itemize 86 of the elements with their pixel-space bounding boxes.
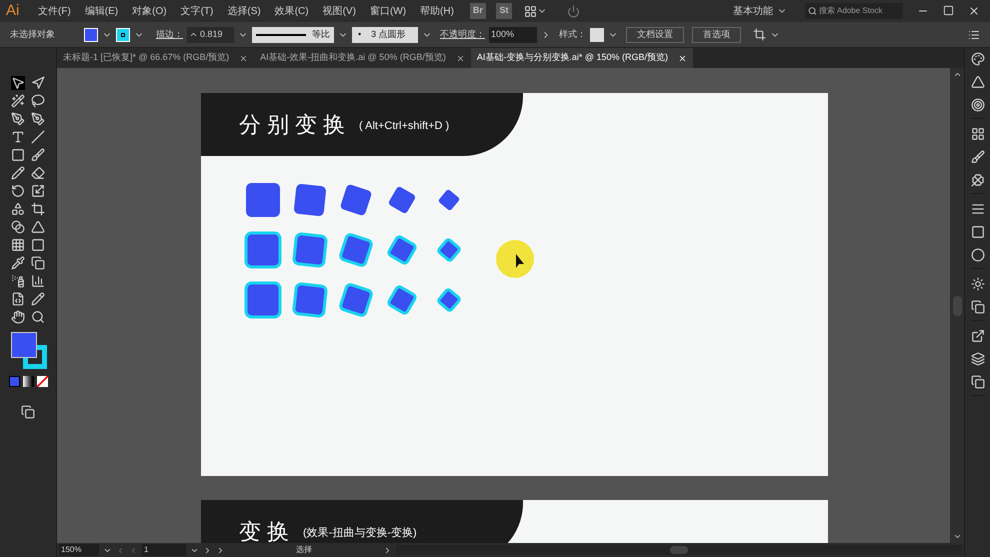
export-icon[interactable] xyxy=(970,329,984,343)
rotate-icon[interactable] xyxy=(11,184,25,198)
eraser-icon[interactable] xyxy=(31,166,45,180)
scroll-thumb[interactable] xyxy=(670,546,688,554)
opacity-field[interactable]: 100% xyxy=(489,26,537,42)
next-artboard-icon[interactable] xyxy=(203,546,212,554)
scale-icon[interactable] xyxy=(31,184,45,198)
pen-icon[interactable] xyxy=(11,112,25,126)
app-logo: Ai xyxy=(5,0,20,21)
stroke-weight-field[interactable]: 0.819 xyxy=(187,26,234,42)
menu-item[interactable]: 窗口(W) xyxy=(364,4,412,18)
current-tool-label: 选择 xyxy=(295,544,313,556)
brush-icon[interactable] xyxy=(31,148,45,162)
document-tab[interactable]: AI基础-效果-扭曲和变换.ai @ 50% (RGB/预览) xyxy=(254,48,471,68)
workspace-switcher[interactable]: 基本功能 xyxy=(733,4,773,18)
menu-item[interactable]: 文字(T) xyxy=(174,4,220,18)
style-swatch[interactable] xyxy=(590,28,604,42)
swatches-icon[interactable] xyxy=(970,127,984,141)
scroll-down-icon[interactable] xyxy=(952,532,962,541)
selection-label: 未选择对象 xyxy=(10,28,56,41)
close-icon[interactable] xyxy=(239,54,248,62)
artboard-field[interactable]: 1 xyxy=(142,544,186,556)
color-mode-swatch[interactable] xyxy=(8,376,20,387)
direct-selection-icon[interactable] xyxy=(31,76,45,90)
layers-icon[interactable] xyxy=(970,352,984,366)
menu-item[interactable]: 编辑(E) xyxy=(78,4,124,18)
curvature-pen-icon[interactable] xyxy=(31,112,45,126)
appearance-icon[interactable] xyxy=(970,277,984,291)
menu-item[interactable]: 效果(C) xyxy=(268,4,315,18)
zoom-icon[interactable] xyxy=(31,310,45,324)
stroke-swatch[interactable] xyxy=(116,28,130,42)
gradient-mode-swatch[interactable] xyxy=(22,376,34,387)
search-icon xyxy=(808,6,817,16)
document-tab[interactable]: 未标题-1 [已恢复]* @ 66.67% (RGB/预览) xyxy=(57,48,254,68)
none-mode-icon[interactable] xyxy=(36,376,48,387)
artboard-title: 分别变换 xyxy=(239,111,351,139)
spinner-icon[interactable] xyxy=(189,30,198,39)
pencil-icon[interactable] xyxy=(11,166,25,180)
zoom-field[interactable]: 150% xyxy=(59,544,99,556)
menu-item[interactable]: 文件(F) xyxy=(32,4,77,18)
artboard-subtitle: (效果-扭曲与变换-变换) xyxy=(303,526,417,542)
opacity-label: 不透明度： xyxy=(440,28,485,41)
stroke-profile-dropdown[interactable]: 等比 xyxy=(252,26,334,42)
club-icon[interactable] xyxy=(970,173,984,187)
search-field[interactable]: 搜索 Adobe Stock xyxy=(805,3,903,19)
document-tab[interactable]: AI基础-变换与分别变换.ai* @ 150% (RGB/预览) xyxy=(470,48,693,68)
style-label: 样式： xyxy=(559,28,586,41)
graph-icon[interactable] xyxy=(31,274,45,288)
stroke-label: 描边： xyxy=(156,28,183,41)
selection-icon[interactable] xyxy=(11,76,25,90)
cursor-highlight-drawing xyxy=(496,240,534,278)
status-menu-icon[interactable] xyxy=(383,546,392,554)
menu-item[interactable]: 视图(V) xyxy=(316,4,362,18)
fill-swatch[interactable] xyxy=(84,28,98,42)
line-icon[interactable] xyxy=(31,130,45,144)
close-icon[interactable] xyxy=(678,54,687,62)
symbol-sprayer-icon[interactable] xyxy=(11,274,25,288)
menu-item[interactable]: 选择(S) xyxy=(221,4,267,18)
last-artboard-icon[interactable] xyxy=(216,546,225,554)
rectangle-icon[interactable] xyxy=(11,148,25,162)
app-badge[interactable]: Br xyxy=(470,3,486,19)
brush-dropdown[interactable]: • 3 点圆形 xyxy=(352,26,418,42)
eyedropper-icon[interactable] xyxy=(11,256,25,270)
target-icon[interactable] xyxy=(970,98,984,112)
brush-icon[interactable] xyxy=(970,150,984,164)
type-icon[interactable] xyxy=(11,130,25,144)
artboard-title: 变换 xyxy=(239,518,295,543)
palette-icon[interactable] xyxy=(970,52,984,66)
magic-wand-icon[interactable] xyxy=(11,94,25,108)
menu-item[interactable]: 帮助(H) xyxy=(414,4,460,18)
sync-icon[interactable] xyxy=(566,4,580,18)
shape-builder-icon[interactable] xyxy=(11,220,25,234)
close-icon[interactable] xyxy=(456,54,465,62)
mesh-icon[interactable] xyxy=(11,238,25,252)
layout-icon[interactable] xyxy=(524,4,537,18)
menu-item[interactable]: 对象(O) xyxy=(126,4,173,18)
toolbar-button[interactable]: 首选项 xyxy=(692,26,741,42)
close-icon[interactable] xyxy=(968,5,980,17)
scroll-up-icon[interactable] xyxy=(952,70,962,79)
maximize-icon[interactable] xyxy=(943,5,954,16)
app-badge[interactable]: St xyxy=(496,3,512,19)
hand-icon[interactable] xyxy=(11,310,25,324)
stroke-icon[interactable] xyxy=(970,202,984,216)
artboard-subtitle: ( Alt+Ctrl+shift+D ) xyxy=(359,119,450,134)
toolbar-button[interactable]: 文档设置 xyxy=(626,26,684,42)
lasso-icon[interactable] xyxy=(31,94,45,108)
